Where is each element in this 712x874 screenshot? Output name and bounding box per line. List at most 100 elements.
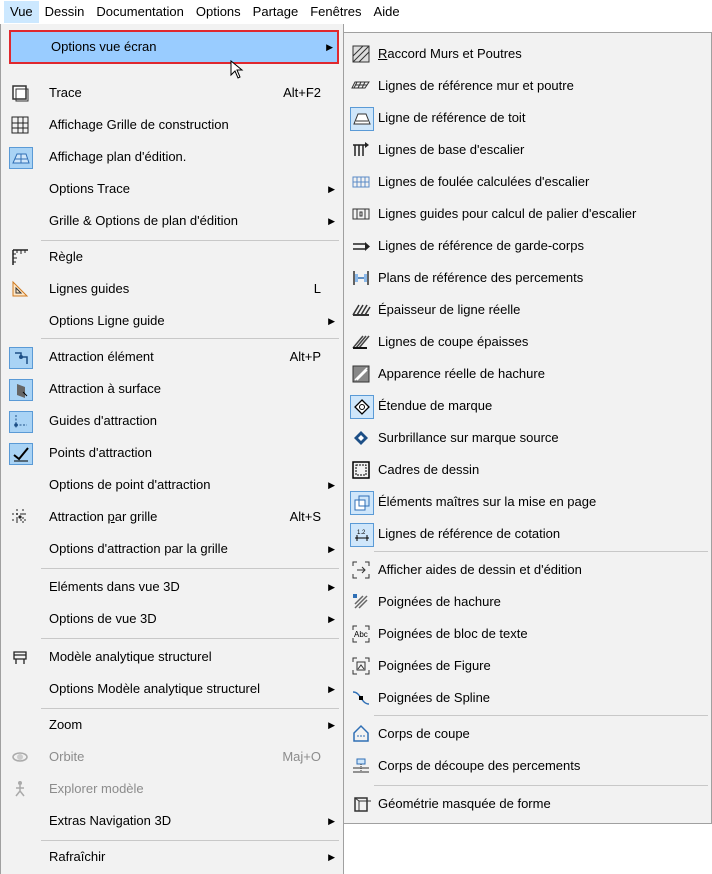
- snap-points-icon: [9, 443, 33, 465]
- true-line-weight-icon: [350, 299, 372, 321]
- menu-item-grid-snap[interactable]: Attraction par grille Alt+S: [5, 502, 339, 532]
- menu-item-analytical-options[interactable]: Options Modèle analytique structurel ▶: [5, 674, 339, 704]
- explore-model-icon: [9, 779, 31, 799]
- figure-handles-icon: [350, 655, 372, 677]
- submenu-item-hatch-handles[interactable]: Poignées de hachure: [346, 587, 708, 617]
- hatch-handles-icon: [350, 591, 372, 613]
- svg-text:Abc: Abc: [354, 630, 368, 639]
- menu-item-snap-guides[interactable]: Guides d'attraction: [5, 406, 339, 436]
- menu-item-zoom[interactable]: Zoom ▶: [5, 710, 339, 740]
- submenu-item-bold-cut-lines[interactable]: Lignes de coupe épaisses: [346, 327, 708, 357]
- submenu-item-label: Ligne de référence de toit: [378, 110, 526, 125]
- menu-item-snap-point-options[interactable]: Options de point d'attraction ▶: [5, 470, 339, 500]
- menu-item-snap-points[interactable]: Points d'attraction: [5, 438, 339, 468]
- submenu-item-label: Éléments maîtres sur la mise en page: [378, 494, 597, 509]
- submenu-item-label: Apparence réelle de hachure: [378, 366, 545, 381]
- submenu-item-stair-baseline[interactable]: Lignes de base d'escalier: [346, 135, 708, 165]
- menu-item-analytical-model[interactable]: Modèle analytique structurel: [5, 642, 339, 672]
- menubar-fenetres[interactable]: Fenêtres: [304, 1, 367, 23]
- marker-range-icon: [350, 395, 374, 419]
- editing-plane-icon: [9, 147, 33, 169]
- menubar-options[interactable]: Options: [190, 1, 247, 23]
- menu-item-label: Guides d'attraction: [49, 413, 157, 428]
- submenu-item-drawing-frames[interactable]: Cadres de dessin: [346, 455, 708, 485]
- construction-grid-icon: [9, 115, 31, 135]
- submenu-item-stair-landing[interactable]: Lignes guides pour calcul de palier d'es…: [346, 199, 708, 229]
- menu-item-label: Grille & Options de plan d'édition: [49, 213, 238, 228]
- submenu-item-text-block-handles[interactable]: Abc Poignées de bloc de texte: [346, 619, 708, 649]
- menu-item-refresh[interactable]: Rafraîchir ▶: [5, 842, 339, 872]
- submenu-item-master-items[interactable]: Éléments maîtres sur la mise en page: [346, 487, 708, 517]
- menu-item-grid-options[interactable]: Grille & Options de plan d'édition ▶: [5, 206, 339, 236]
- menu-item-label: Affichage Grille de construction: [49, 117, 229, 132]
- stair-baseline-icon: [350, 139, 372, 161]
- submenu-arrow-icon: ▶: [328, 816, 335, 826]
- submenu-item-roof-reference[interactable]: Ligne de référence de toit: [346, 103, 708, 133]
- menu-item-editing-plane[interactable]: Affichage plan d'édition.: [5, 142, 339, 172]
- submenu-arrow-icon: ▶: [328, 184, 335, 194]
- menu-item-label: Eléments dans vue 3D: [49, 579, 180, 594]
- submenu-item-label: Cadres de dessin: [378, 462, 480, 477]
- drawing-aids-icon: [350, 559, 372, 581]
- menu-item-options-vue-ecran[interactable]: Options vue écran ▶: [9, 30, 339, 64]
- menubar-partage[interactable]: Partage: [247, 1, 305, 23]
- menu-item-label: Lignes guides: [49, 281, 130, 296]
- menu-item-grid-snap-options[interactable]: Options d'attraction par la grille ▶: [5, 534, 339, 564]
- menu-item-ruler[interactable]: Règle: [5, 242, 339, 272]
- submenu-item-raccord-murs[interactable]: Raccord Murs et Poutres: [346, 39, 708, 69]
- menu-item-surface-snap[interactable]: Attraction à surface: [5, 374, 339, 404]
- shortcut-label: Alt+P: [289, 349, 321, 364]
- submenu-item-stair-walkline[interactable]: Lignes de foulée calculées d'escalier: [346, 167, 708, 197]
- mouse-cursor-icon: [230, 59, 246, 83]
- menu-item-options-ligne-guide[interactable]: Options Ligne guide ▶: [5, 306, 339, 336]
- ruler-icon: [9, 247, 31, 267]
- menu-item-label: Points d'attraction: [49, 445, 152, 460]
- submenu-item-label: Corps de découpe des percements: [378, 758, 581, 773]
- submenu-item-drawing-aids[interactable]: Afficher aides de dessin et d'édition: [346, 555, 708, 585]
- menu-item-element-snap[interactable]: Attraction élément Alt+P: [5, 342, 339, 372]
- submenu-item-hidden-morph-geometry[interactable]: Géométrie masquée de forme: [346, 789, 708, 819]
- dimension-reference-icon: 1.2: [350, 523, 374, 547]
- submenu-item-railing-reference[interactable]: Lignes de référence de garde-corps: [346, 231, 708, 261]
- submenu-item-opening-cut-body[interactable]: Corps de découpe des percements: [346, 751, 708, 781]
- submenu-item-marker-range[interactable]: Étendue de marque: [346, 391, 708, 421]
- submenu-arrow-icon: ▶: [328, 582, 335, 592]
- drawing-frames-icon: [350, 459, 372, 481]
- menu-item-guide-lines[interactable]: Lignes guides L: [5, 274, 339, 304]
- cutting-body-icon: [350, 723, 372, 745]
- submenu-item-source-marker-highlight[interactable]: Surbrillance sur marque source: [346, 423, 708, 453]
- menu-item-label: Attraction à surface: [49, 381, 161, 396]
- menu-item-label: Extras Navigation 3D: [49, 813, 172, 828]
- menu-item-label: Options Modèle analytique structurel: [49, 681, 261, 696]
- menubar-aide[interactable]: Aide: [368, 1, 406, 23]
- submenu-item-vectorial-hatching[interactable]: Apparence réelle de hachure: [346, 359, 708, 389]
- menu-item-label: Affichage plan d'édition.: [49, 149, 187, 164]
- submenu-item-label: Étendue de marque: [378, 398, 493, 413]
- text-block-handles-icon: Abc: [350, 623, 372, 645]
- menu-item-trace[interactable]: Trace Alt+F2: [5, 78, 339, 108]
- separator: [41, 338, 339, 339]
- menubar-vue[interactable]: Vue: [4, 1, 39, 23]
- hidden-morph-geometry-icon: [350, 793, 372, 815]
- menu-item-construction-grid[interactable]: Affichage Grille de construction: [5, 110, 339, 140]
- submenu-item-wall-reference[interactable]: Lignes de référence mur et poutre: [346, 71, 708, 101]
- menubar-documentation[interactable]: Documentation: [90, 1, 189, 23]
- submenu-item-opening-reference[interactable]: Plans de référence des percements: [346, 263, 708, 293]
- menu-item-elements-3d[interactable]: Eléments dans vue 3D ▶: [5, 572, 339, 602]
- submenu-item-label: Surbrillance sur marque source: [378, 430, 559, 445]
- menubar-dessin[interactable]: Dessin: [39, 1, 91, 23]
- menu-item-extras-3d[interactable]: Extras Navigation 3D ▶: [5, 806, 339, 836]
- submenu-item-cutting-body[interactable]: Corps de coupe: [346, 719, 708, 749]
- opening-reference-icon: [350, 267, 372, 289]
- submenu-item-figure-handles[interactable]: Poignées de Figure: [346, 651, 708, 681]
- snap-guides-icon: [9, 411, 33, 433]
- menu-item-label: Trace: [49, 85, 82, 100]
- submenu-item-dimension-reference[interactable]: 1.2 Lignes de référence de cotation: [346, 519, 708, 549]
- submenu-item-spline-handles[interactable]: Poignées de Spline: [346, 683, 708, 713]
- shortcut-label: Alt+S: [289, 509, 321, 524]
- submenu-item-true-line-weight[interactable]: Épaisseur de ligne réelle: [346, 295, 708, 325]
- master-items-icon: [350, 491, 374, 515]
- menu-item-options-trace[interactable]: Options Trace ▶: [5, 174, 339, 204]
- menu-item-3d-options[interactable]: Options de vue 3D ▶: [5, 604, 339, 634]
- submenu-arrow-icon: ▶: [326, 42, 333, 52]
